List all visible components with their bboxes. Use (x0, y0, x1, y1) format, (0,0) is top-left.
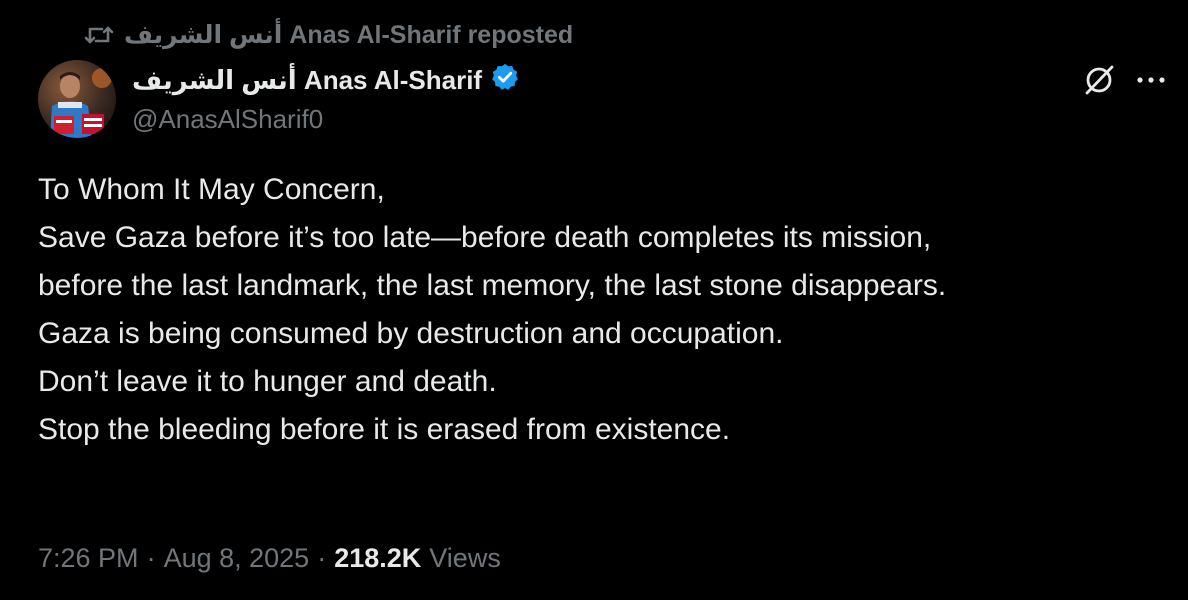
verified-badge-icon (490, 62, 520, 99)
author-handle[interactable]: @AnasAlSharif0 (132, 101, 323, 137)
repost-header[interactable]: أنس الشريف Anas Al-Sharif reposted (84, 18, 573, 52)
post-line: before the last landmark, the last memor… (38, 269, 947, 302)
more-icon[interactable] (1134, 66, 1168, 99)
meta-separator: · (146, 542, 156, 573)
post-meta: 7:26 PM · Aug 8, 2025 · 218.2K Views (38, 536, 501, 580)
post-line: Don’t leave it to hunger and death. (38, 365, 497, 398)
post-line: To Whom It May Concern, (38, 173, 385, 206)
views-count[interactable]: 218.2K (334, 543, 421, 574)
post-line: Save Gaza before it’s too late—before de… (38, 221, 932, 254)
post-date[interactable]: Aug 8, 2025 (164, 543, 310, 574)
views-label: Views (429, 542, 501, 573)
post-line: Gaza is being consumed by destruction an… (38, 317, 784, 350)
author-row[interactable]: أنس الشريف Anas Al-Sharif (132, 60, 520, 100)
avatar[interactable] (38, 60, 116, 138)
grok-icon[interactable] (1082, 63, 1116, 102)
post-text: To Whom It May Concern, Save Gaza before… (38, 166, 1158, 454)
repost-icon (84, 22, 114, 48)
post-line: Stop the bleeding before it is erased fr… (38, 413, 731, 446)
author-display-name[interactable]: أنس الشريف Anas Al-Sharif (132, 65, 482, 96)
post-time[interactable]: 7:26 PM (38, 543, 139, 574)
meta-separator: · (317, 542, 327, 573)
repost-label[interactable]: أنس الشريف Anas Al-Sharif reposted (124, 20, 573, 50)
